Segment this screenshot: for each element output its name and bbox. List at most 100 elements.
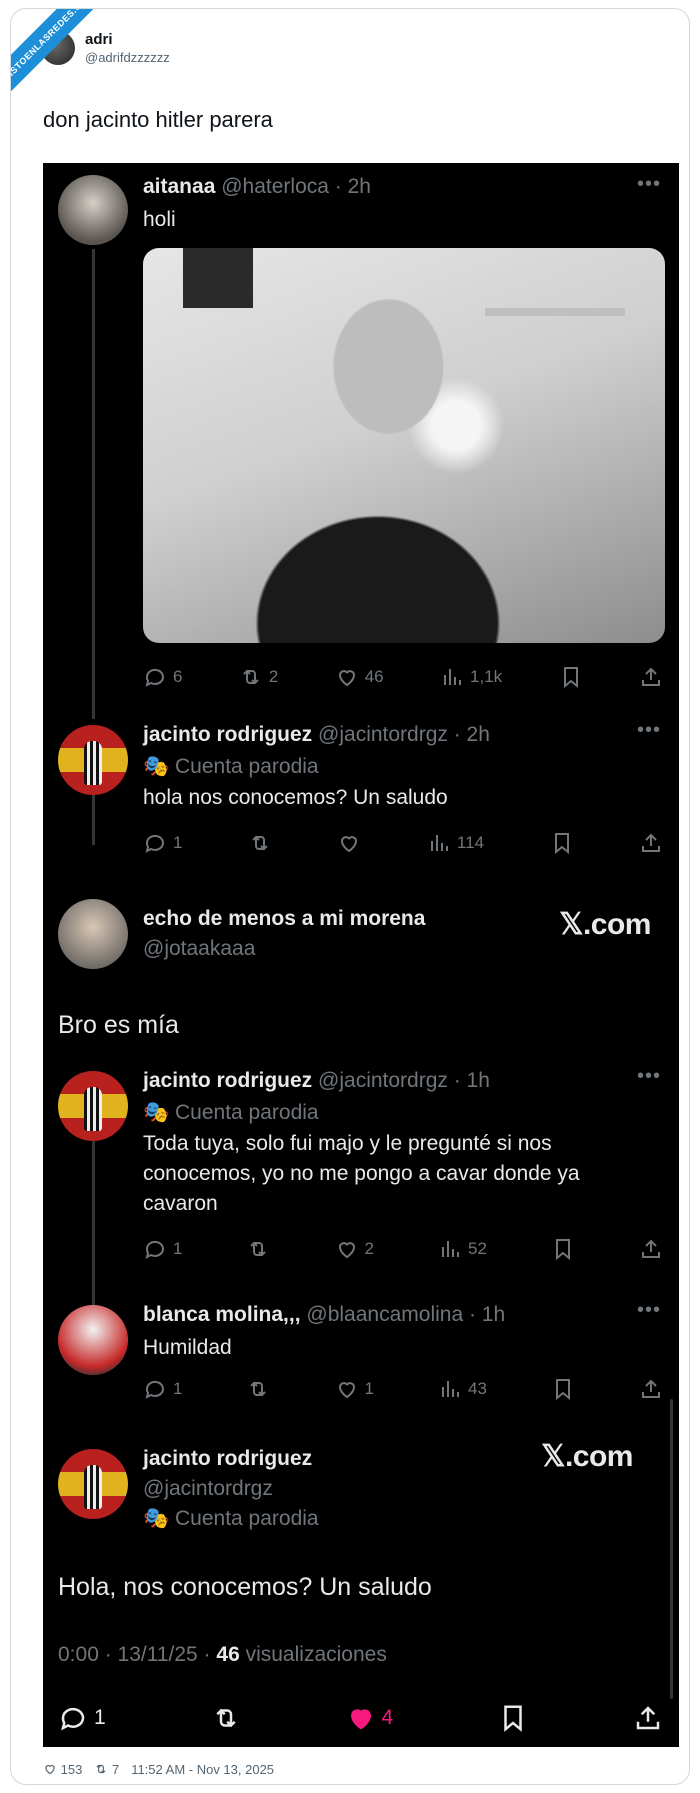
share-button[interactable] (639, 1377, 663, 1401)
tweet-footer: 153 7 11:52 AM - Nov 13, 2025 (43, 1762, 274, 1777)
more-icon[interactable]: ••• (637, 173, 661, 196)
repost-button[interactable]: 2 (239, 665, 278, 689)
reply-button[interactable]: 1 (143, 1237, 182, 1261)
reply-icon (145, 1240, 164, 1259)
share-icon (641, 1239, 660, 1258)
views-icon (441, 1381, 459, 1397)
embedded-screenshot: aitanaa @haterloca · 2h ••• holi 6 2 46 … (43, 163, 679, 1747)
post-author-name[interactable]: aitanaa (143, 175, 215, 198)
heart-icon (338, 1242, 355, 1259)
post-author-name[interactable]: jacinto rodriguez (143, 723, 312, 746)
like-button[interactable]: 1 (335, 1377, 374, 1401)
share-button[interactable] (633, 1703, 663, 1733)
more-icon[interactable]: ••• (637, 1065, 661, 1088)
repost-icon (250, 1241, 267, 1257)
more-icon[interactable]: ••• (637, 1299, 661, 1322)
reposts-count[interactable]: 7 (94, 1762, 119, 1777)
reply-icon (61, 1707, 85, 1731)
post-actions: 6 2 46 1,1k (143, 663, 663, 691)
like-button[interactable] (337, 831, 361, 855)
bookmark-button[interactable] (498, 1703, 528, 1733)
like-button[interactable]: 4 (346, 1703, 393, 1733)
avatar[interactable] (58, 175, 128, 245)
views-button[interactable]: 43 (438, 1377, 487, 1401)
like-button[interactable]: 46 (335, 665, 384, 689)
views-icon (441, 1241, 459, 1257)
likes-count[interactable]: 153 (43, 1762, 82, 1777)
bookmark-icon (555, 1379, 570, 1401)
avatar[interactable] (58, 1305, 128, 1375)
video-meta: 0:00 · 13/11/25 · 46 visualizaciones (58, 1643, 387, 1667)
share-icon (641, 667, 660, 686)
views-button[interactable]: 114 (427, 831, 484, 855)
post-author-meta: @jacintordrgz · 1h (318, 1069, 490, 1092)
post-photo[interactable] (143, 248, 665, 643)
repost-button[interactable] (246, 1237, 270, 1261)
reply-button[interactable]: 6 (143, 665, 182, 689)
post-author-line: jacinto rodriguez @jacintordrgz · 1h (143, 1069, 490, 1093)
avatar[interactable] (58, 899, 128, 969)
embed-author-handle[interactable]: @jacintordrgz (143, 1477, 273, 1501)
views-button[interactable]: 1,1k (440, 665, 502, 689)
post-author-name[interactable]: blanca molina,,, (143, 1303, 301, 1326)
share-icon (636, 1706, 660, 1730)
post-author-line: jacinto rodriguez @jacintordrgz · 2h (143, 723, 490, 747)
views-label: visualizaciones (239, 1643, 387, 1666)
views-icon (430, 835, 448, 851)
bookmark-icon (554, 833, 569, 855)
repost-icon (250, 1381, 267, 1397)
tweet-card: VISTOENLASREDES.COM adri @adrifdzzzzzz d… (10, 8, 690, 1785)
share-button[interactable] (639, 831, 663, 855)
post-text: hola nos conocemos? Un saludo (143, 786, 448, 809)
bookmark-button[interactable] (559, 665, 583, 689)
reply-button[interactable]: 1 (58, 1703, 106, 1733)
embed-text: Bro es mía (58, 1011, 179, 1039)
parody-label: 🎭 Cuenta parodia (143, 755, 319, 778)
post-text: Humildad (143, 1336, 232, 1359)
parody-mask-icon: 🎭 (143, 755, 170, 778)
tweet-date[interactable]: 11:52 AM - Nov 13, 2025 (131, 1762, 274, 1777)
post-author-meta: @haterloca · 2h (221, 175, 371, 198)
heart-icon (45, 1765, 55, 1775)
bookmark-icon (563, 667, 578, 689)
bookmark-button[interactable] (551, 1377, 575, 1401)
embed-author-name[interactable]: jacinto rodriguez (143, 1447, 312, 1471)
author-name[interactable]: adri (85, 31, 170, 48)
post-author-line: aitanaa @haterloca · 2h (143, 175, 371, 199)
share-button[interactable] (639, 1237, 663, 1261)
views-icon (444, 669, 462, 685)
bookmark-icon (504, 1705, 522, 1732)
like-button[interactable]: 2 (335, 1237, 374, 1261)
avatar[interactable] (58, 1071, 128, 1141)
repost-button[interactable] (246, 1377, 270, 1401)
embed-author-name[interactable]: echo de menos a mi morena (143, 907, 425, 931)
share-icon (642, 833, 660, 852)
share-button[interactable] (639, 665, 663, 689)
video-time: 0:00 · 13/11/25 · (58, 1643, 217, 1666)
avatar[interactable] (58, 1449, 128, 1519)
x-brand-logo: 𝕏.com (559, 908, 651, 941)
post-actions: 1 1 43 (143, 1375, 663, 1403)
embed-text: Hola, nos conocemos? Un saludo (58, 1573, 432, 1601)
post-text: Toda tuya, solo fui majo y le pregunté s… (143, 1132, 580, 1215)
photo-shelf (485, 308, 625, 316)
reply-icon (145, 1380, 164, 1399)
author-handle[interactable]: @adrifdzzzzzz (85, 50, 170, 65)
heart-icon (338, 670, 355, 687)
more-icon[interactable]: ••• (637, 719, 661, 742)
repost-icon (96, 1764, 106, 1774)
views-button[interactable]: 52 (438, 1237, 487, 1261)
reply-button[interactable]: 1 (143, 1377, 182, 1401)
bookmark-button[interactable] (550, 831, 574, 855)
avatar[interactable] (58, 725, 128, 795)
parody-label: 🎭 Cuenta parodia (143, 1507, 319, 1530)
tweet-text: don jacinto hitler parera (43, 107, 273, 132)
post-author-name[interactable]: jacinto rodriguez (143, 1069, 312, 1092)
repost-button[interactable] (211, 1703, 241, 1733)
reply-icon (145, 834, 164, 853)
scrollbar[interactable] (670, 1399, 673, 1699)
repost-button[interactable] (248, 831, 272, 855)
reply-button[interactable]: 1 (143, 831, 182, 855)
bookmark-button[interactable] (551, 1237, 575, 1261)
embed-author-handle[interactable]: @jotaakaaa (143, 937, 255, 961)
